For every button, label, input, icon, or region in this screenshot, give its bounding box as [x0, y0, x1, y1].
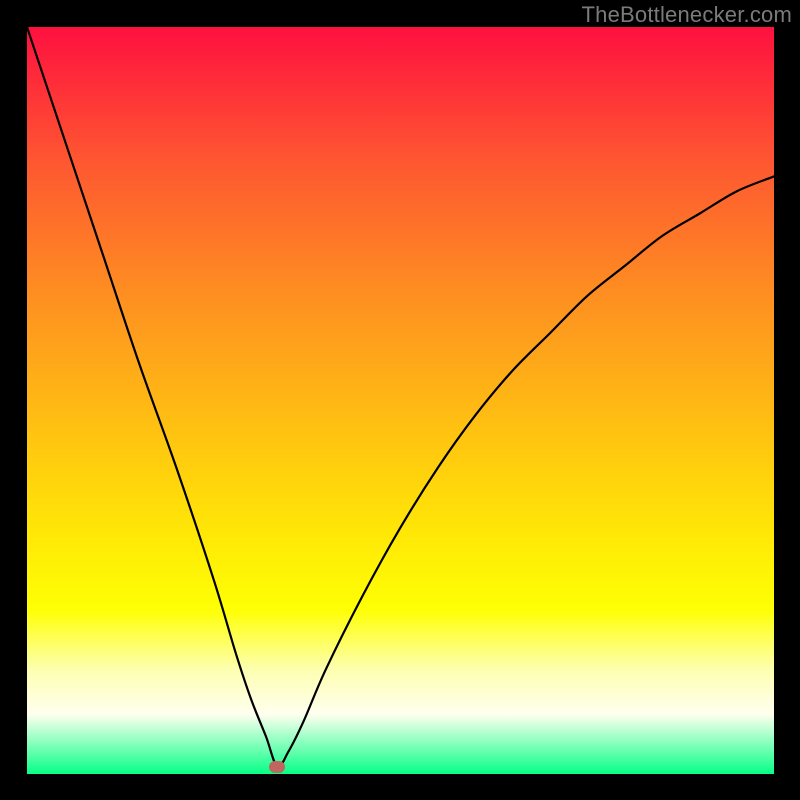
plot-area [27, 27, 774, 774]
chart-frame: TheBottlenecker.com [0, 0, 800, 800]
optimal-point-marker [269, 761, 285, 773]
watermark-label: TheBottlenecker.com [582, 2, 792, 28]
curve-path [27, 27, 774, 767]
bottleneck-curve [27, 27, 774, 774]
